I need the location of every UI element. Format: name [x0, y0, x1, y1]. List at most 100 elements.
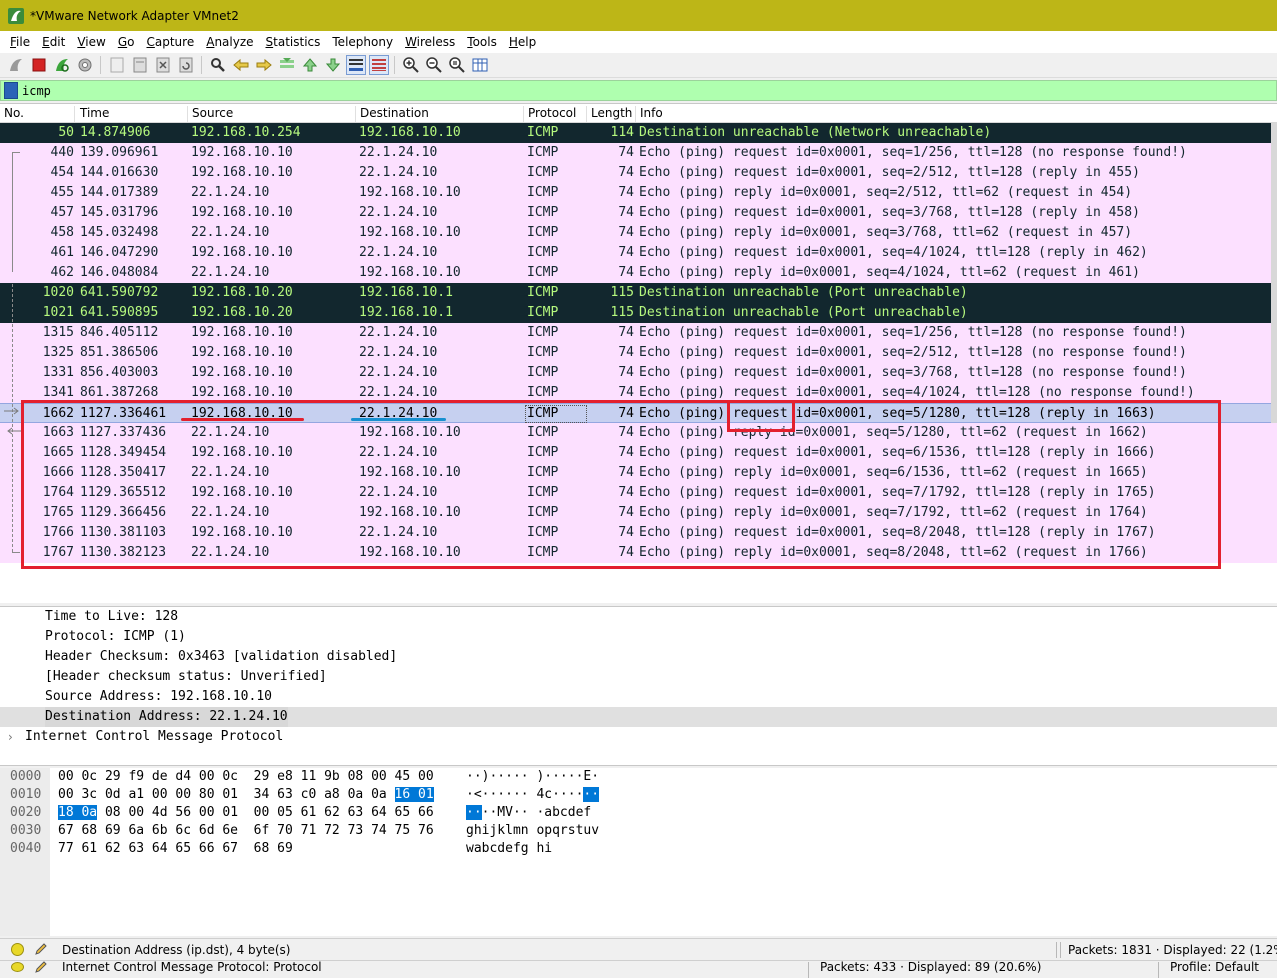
detail-tree-row[interactable]: Destination Address: 22.1.24.10	[0, 707, 1277, 727]
edit-comment-pencil-icon[interactable]	[34, 961, 48, 973]
packet-row[interactable]: 1663 1127.337436 22.1.24.10 192.168.10.10 IC…	[0, 423, 1277, 443]
packet-source: 192.168.10.20	[191, 305, 293, 320]
packet-info: Echo (ping) reply id=0x0001, seq=2/512, …	[639, 185, 1133, 200]
resize-columns-icon[interactable]	[470, 55, 490, 75]
zoom-out-icon[interactable]	[424, 55, 444, 75]
packet-list-scrollbar[interactable]	[1271, 123, 1277, 423]
column-header-protocol[interactable]: Protocol	[524, 106, 587, 122]
column-header-length[interactable]: Length	[587, 106, 636, 122]
detail-tree-row[interactable]: [Header checksum status: Unverified]	[0, 667, 1277, 687]
packet-row[interactable]: 50 14.874906 192.168.10.254 192.168.10.10 IC…	[0, 123, 1277, 143]
packet-protocol: ICMP	[527, 445, 559, 460]
menu-help[interactable]: Help	[503, 35, 542, 49]
capture-options-gear-icon[interactable]	[75, 55, 95, 75]
packet-row[interactable]: 1764 1129.365512 192.168.10.10 22.1.24.10 IC…	[0, 483, 1277, 503]
go-last-packet-icon[interactable]	[323, 55, 343, 75]
go-forward-arrow-icon[interactable]	[254, 55, 274, 75]
stop-capture-icon[interactable]	[29, 55, 49, 75]
menu-tools[interactable]: Tools	[461, 35, 503, 49]
packet-time: 1127.337436	[80, 425, 167, 440]
packet-row[interactable]: 1020 641.590792 192.168.10.20 192.168.10.1 I…	[0, 283, 1277, 303]
go-back-arrow-icon[interactable]	[231, 55, 251, 75]
packet-row[interactable]: 440 139.096961 192.168.10.10 22.1.24.10 ICMP…	[0, 143, 1277, 163]
bytes-ascii-segment: ghijklmn opqrstuv	[466, 823, 600, 838]
menu-edit[interactable]: Edit	[36, 35, 71, 49]
menu-wireless[interactable]: Wireless	[399, 35, 461, 49]
menu-capture[interactable]: Capture	[140, 35, 200, 49]
packet-row[interactable]: 1666 1128.350417 22.1.24.10 192.168.10.10 IC…	[0, 463, 1277, 483]
bytes-row[interactable]: 0010 00 3c 0d a1 00 00 80 01 34 63 c0 a8 …	[0, 786, 1277, 804]
packet-row[interactable]: 458 145.032498 22.1.24.10 192.168.10.10 ICMP…	[0, 223, 1277, 243]
expand-chevron-icon[interactable]: ›	[8, 727, 13, 747]
restart-capture-icon[interactable]	[52, 55, 72, 75]
conversation-tree-line	[12, 152, 13, 272]
status-separator	[1056, 942, 1057, 958]
colorize-packet-list-icon[interactable]	[368, 55, 389, 75]
packet-row[interactable]: 1325 851.386506 192.168.10.10 22.1.24.10 ICM…	[0, 343, 1277, 363]
bytes-row[interactable]: 0040 77 61 62 63 64 65 66 67 68 69 wabcdef…	[0, 840, 1277, 858]
bytes-hex: 00 0c 29 f9 de d4 00 0c 29 e8 11 9b 08 0…	[58, 768, 434, 786]
open-file-icon[interactable]	[107, 55, 127, 75]
packet-protocol: ICMP	[527, 465, 559, 480]
start-capture-icon[interactable]	[6, 55, 26, 75]
packet-row[interactable]: 462 146.048084 22.1.24.10 192.168.10.10 ICMP…	[0, 263, 1277, 283]
column-header-no[interactable]: No.	[0, 106, 75, 122]
packet-source: 192.168.10.10	[191, 345, 293, 360]
menu-statistics[interactable]: Statistics	[260, 35, 327, 49]
status-bar-secondary: Internet Control Message Protocol: Proto…	[0, 960, 1277, 978]
detail-tree-row[interactable]: Header Checksum: 0x3463 [validation disa…	[0, 647, 1277, 667]
display-filter-input[interactable]	[22, 83, 1222, 98]
wireshark-fin-icon	[8, 7, 24, 24]
bytes-row[interactable]: 0030 67 68 69 6a 6b 6c 6d 6e 6f 70 71 72 …	[0, 822, 1277, 840]
autoscroll-icon[interactable]	[345, 55, 366, 75]
column-header-info[interactable]: Info	[636, 106, 1276, 122]
packet-source: 192.168.10.10	[191, 245, 293, 260]
detail-tree-row[interactable]: › Internet Control Message Protocol	[0, 727, 1277, 747]
expert-info-led-icon[interactable]	[11, 962, 24, 972]
go-to-packet-icon[interactable]	[277, 55, 297, 75]
menu-go[interactable]: Go	[112, 35, 141, 49]
filter-bookmark-icon[interactable]	[4, 82, 18, 99]
menu-telephony[interactable]: Telephony	[326, 35, 399, 49]
close-file-icon[interactable]	[153, 55, 173, 75]
bytes-row[interactable]: 0000 00 0c 29 f9 de d4 00 0c 29 e8 11 9b …	[0, 768, 1277, 786]
find-packet-icon[interactable]	[208, 55, 228, 75]
packet-row[interactable]: 1331 856.403003 192.168.10.10 22.1.24.10 ICM…	[0, 363, 1277, 383]
column-header-destination[interactable]: Destination	[356, 106, 524, 122]
packet-row[interactable]: 1766 1130.381103 192.168.10.10 22.1.24.10 IC…	[0, 523, 1277, 543]
zoom-in-icon[interactable]	[401, 55, 421, 75]
detail-tree-row[interactable]: Protocol: ICMP (1)	[0, 627, 1277, 647]
packet-row[interactable]: 1341 861.387268 192.168.10.10 22.1.24.10 ICM…	[0, 383, 1277, 403]
packet-info: Echo (ping) request id=0x0001, seq=4/102…	[639, 385, 1195, 400]
save-file-icon[interactable]	[130, 55, 150, 75]
reload-file-icon[interactable]	[176, 55, 196, 75]
packet-row[interactable]: 1315 846.405112 192.168.10.10 22.1.24.10 ICM…	[0, 323, 1277, 343]
packet-number: 50	[58, 125, 74, 140]
bytes-ascii-segment: wabcdefg hi	[466, 841, 553, 856]
packet-destination: 192.168.10.10	[359, 425, 461, 440]
packet-row[interactable]: 1765 1129.366456 22.1.24.10 192.168.10.10 IC…	[0, 503, 1277, 523]
column-header-time[interactable]: Time	[76, 106, 188, 122]
packet-row[interactable]: 1021 641.590895 192.168.10.20 192.168.10.1 I…	[0, 303, 1277, 323]
column-header-source[interactable]: Source	[188, 106, 356, 122]
expert-info-led-icon[interactable]	[11, 943, 24, 956]
status-packet-count: Packets: 1831 · Displayed: 22 (1.2%)	[1068, 943, 1277, 957]
status-profile: Profile: Default	[1170, 960, 1260, 974]
menu-view[interactable]: View	[71, 35, 111, 49]
packet-row[interactable]: 1767 1130.382123 22.1.24.10 192.168.10.10 IC…	[0, 543, 1277, 563]
detail-tree-row[interactable]: Source Address: 192.168.10.10	[0, 687, 1277, 707]
bytes-hex-segment: 67 68 69 6a 6b 6c 6d 6e 6f 70 71 72 73 7…	[58, 823, 434, 838]
bytes-ascii: ····MV·· ·abcdef	[466, 804, 591, 822]
detail-tree-row[interactable]: Time to Live: 128	[0, 607, 1277, 627]
packet-row[interactable]: 1665 1128.349454 192.168.10.10 22.1.24.10 IC…	[0, 443, 1277, 463]
edit-comment-pencil-icon[interactable]	[34, 942, 48, 956]
menu-file[interactable]: File	[4, 35, 36, 49]
bytes-row[interactable]: 0020 18 0a 08 00 4d 56 00 01 00 05 61 62 …	[0, 804, 1277, 822]
go-first-packet-icon[interactable]	[300, 55, 320, 75]
packet-row[interactable]: 461 146.047290 192.168.10.10 22.1.24.10 ICMP…	[0, 243, 1277, 263]
normal-size-icon[interactable]	[447, 55, 467, 75]
packet-row[interactable]: 457 145.031796 192.168.10.10 22.1.24.10 ICMP…	[0, 203, 1277, 223]
menu-analyze[interactable]: Analyze	[200, 35, 259, 49]
packet-row[interactable]: 455 144.017389 22.1.24.10 192.168.10.10 ICMP…	[0, 183, 1277, 203]
packet-row[interactable]: 454 144.016630 192.168.10.10 22.1.24.10 ICMP…	[0, 163, 1277, 183]
